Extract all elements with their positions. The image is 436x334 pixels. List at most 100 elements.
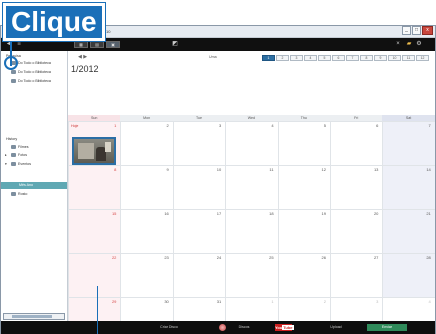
- day-number: 1: [114, 123, 117, 128]
- day-cell[interactable]: 9: [120, 165, 173, 209]
- day-cell[interactable]: 15: [68, 209, 121, 253]
- day-cell[interactable]: 3: [172, 121, 226, 165]
- view-tabs: 1 2 3 4 5 6 7 8 9 10 11 12: [262, 55, 429, 61]
- thumbnail-window: [105, 142, 111, 152]
- tab-4[interactable]: 4: [304, 55, 317, 61]
- day-number: 26: [321, 255, 326, 260]
- day-cell[interactable]: 19: [277, 209, 330, 253]
- sidebar-item-events[interactable]: Eventos: [11, 161, 31, 168]
- day-number: 15: [111, 211, 117, 216]
- create-disc-button[interactable]: Criar Disco: [141, 324, 197, 331]
- sidebar-item-faces[interactable]: Rosto: [11, 191, 27, 198]
- day-number: 16: [164, 211, 169, 216]
- upload-button[interactable]: Upload: [321, 324, 351, 331]
- day-number: 9: [166, 167, 169, 172]
- tab-7[interactable]: 7: [346, 55, 359, 61]
- day-cell[interactable]: 13: [330, 165, 383, 209]
- view-label: Uma: [209, 55, 217, 59]
- discs-button[interactable]: Discos: [229, 324, 259, 331]
- day-cell[interactable]: 25: [225, 253, 278, 297]
- bottom-bar: Criar Disco Discos YouTube Upload Enviar: [1, 321, 435, 334]
- day-number: 18: [269, 211, 274, 216]
- month-nav[interactable]: ◀ ▶: [78, 54, 87, 60]
- expand-arrow-icon[interactable]: ▸: [5, 153, 7, 157]
- calendar-area: ◀ ▶ Uma 1 2 3 4 5 6 7 8 9 10 11 12 1/201…: [68, 51, 435, 327]
- tab-month[interactable]: 1: [262, 55, 275, 61]
- send-button[interactable]: Enviar: [367, 324, 407, 331]
- expand-arrow-icon[interactable]: ▾: [5, 162, 7, 166]
- sidebar-item-month-year[interactable]: Mês Ano: [1, 182, 67, 189]
- day-number: 27: [373, 255, 379, 260]
- day-cell[interactable]: 6: [330, 121, 383, 165]
- day-cell[interactable]: 28: [382, 253, 435, 297]
- camera-icon[interactable]: ◩: [171, 40, 179, 48]
- tab-10[interactable]: 10: [388, 55, 401, 61]
- day-number: 5: [323, 123, 326, 128]
- menu-icon[interactable]: ≡: [15, 40, 23, 48]
- library-icon: [11, 79, 16, 84]
- day-number: 19: [321, 211, 326, 216]
- grid-view-button[interactable]: ▦: [74, 41, 88, 48]
- tab-12[interactable]: 12: [416, 55, 429, 61]
- close-button[interactable]: x: [422, 26, 433, 35]
- scrollbar-thumb[interactable]: [12, 315, 52, 318]
- day-cell[interactable]: 12: [277, 165, 330, 209]
- day-cell[interactable]: 18: [225, 209, 278, 253]
- day-cell[interactable]: 16: [120, 209, 173, 253]
- day-number: 13: [373, 167, 379, 172]
- folder-icon[interactable]: ▰: [405, 40, 413, 48]
- day-cell[interactable]: 5: [277, 121, 330, 165]
- sidebar: Pesquisa Do Todo o Biblioteca Do Todo o …: [1, 51, 68, 321]
- day-number: 2: [166, 123, 169, 128]
- day-cell[interactable]: 2: [120, 121, 173, 165]
- day-cell[interactable]: 22: [68, 253, 121, 297]
- month-title: 1/2012: [71, 64, 99, 74]
- library-icon: [11, 70, 16, 75]
- tab-3[interactable]: 3: [290, 55, 303, 61]
- day-cell[interactable]: 7: [382, 121, 435, 165]
- day-number: 17: [216, 211, 222, 216]
- day-cell[interactable]: 14: [382, 165, 435, 209]
- window-controls: _ □ x: [402, 26, 433, 35]
- day-number: 30: [164, 299, 169, 304]
- tab-5[interactable]: 5: [318, 55, 331, 61]
- sidebar-item-library-3[interactable]: Do Todo o Biblioteca: [11, 78, 51, 85]
- youtube-button[interactable]: YouTube: [275, 324, 294, 331]
- day-number: 2: [323, 299, 326, 304]
- day-cell[interactable]: 26: [277, 253, 330, 297]
- tab-9[interactable]: 9: [374, 55, 387, 61]
- day-cell[interactable]: 8: [68, 165, 121, 209]
- day-cell[interactable]: 27: [330, 253, 383, 297]
- list-view-button[interactable]: ▤: [90, 41, 104, 48]
- maximize-button[interactable]: □: [412, 26, 421, 35]
- tab-6[interactable]: 6: [332, 55, 345, 61]
- day-cell[interactable]: 17: [172, 209, 226, 253]
- minimize-button[interactable]: _: [402, 26, 411, 35]
- sidebar-item-movies[interactable]: Filmes: [11, 144, 29, 151]
- day-cell[interactable]: 4: [225, 121, 278, 165]
- day-cell[interactable]: 24: [172, 253, 226, 297]
- day-number: 11: [269, 167, 274, 172]
- sidebar-item-library-2[interactable]: Do Todo o Biblioteca: [11, 69, 51, 76]
- callout-label: Clique: [2, 2, 106, 42]
- photo-icon: [11, 153, 16, 158]
- calendar-view-button[interactable]: ▣: [106, 41, 120, 48]
- day-cell[interactable]: 20: [330, 209, 383, 253]
- tab-11[interactable]: 11: [402, 55, 415, 61]
- day-number: 14: [426, 167, 431, 172]
- tab-8[interactable]: 8: [360, 55, 373, 61]
- day-cell[interactable]: 23: [120, 253, 173, 297]
- day-cell[interactable]: 11: [225, 165, 278, 209]
- thumbnail-wall: [78, 143, 94, 159]
- day-cell[interactable]: 21: [382, 209, 435, 253]
- day-number: 25: [269, 255, 274, 260]
- close-panel-icon[interactable]: ×: [394, 40, 402, 48]
- tab-2[interactable]: 2: [276, 55, 289, 61]
- day-number: 3: [218, 123, 222, 128]
- day-cell[interactable]: 10: [172, 165, 226, 209]
- sidebar-item-photos[interactable]: Fotos: [11, 152, 27, 159]
- app-window: 10 _ □ x ◀ ≡ ▦ ▤ ▣ ◩ × ▰ ⚙ Pesquisa Do T…: [0, 25, 436, 334]
- sidebar-scrollbar[interactable]: [3, 313, 65, 320]
- settings-icon[interactable]: ⚙: [415, 40, 423, 48]
- video-thumbnail[interactable]: [72, 137, 116, 165]
